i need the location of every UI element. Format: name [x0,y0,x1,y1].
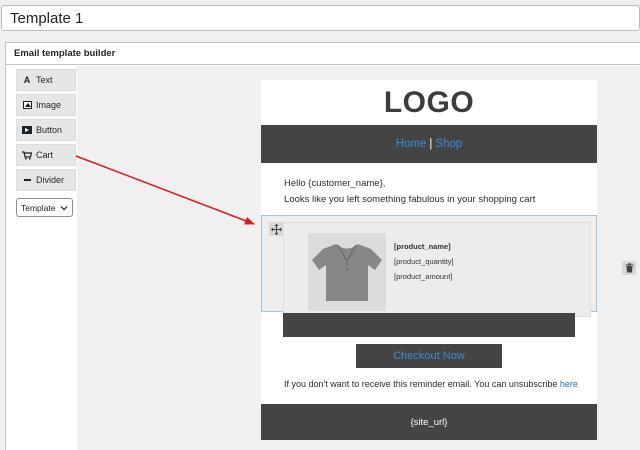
unsubscribe-link[interactable]: here [560,379,578,389]
move-icon[interactable] [269,222,283,236]
text-icon: A [23,75,31,85]
email-preview: LOGO Home | Shop Hello {customer_name}, … [261,80,597,440]
nav-separator: | [429,138,433,150]
tool-cart-label: Cart [36,150,54,160]
tool-image-button[interactable]: Image [16,94,76,116]
email-footer[interactable]: {site_url} [261,404,597,440]
image-icon [22,101,32,109]
email-greeting-text[interactable]: Hello {customer_name}, Looks like you le… [284,176,535,208]
tool-image-label: Image [36,100,62,110]
checkout-now-button[interactable]: Checkout Now [356,344,502,368]
builder-heading: Email template builder [6,43,640,65]
product-details: [product_name] [product_quantity] [produ… [394,239,454,284]
template-title-input[interactable]: Template 1 [1,5,640,31]
product-name: [product_name] [394,242,451,251]
cart-block-dark-band [283,313,575,337]
greeting-line-1: Hello {customer_name}, [284,178,386,189]
builder-toolbox: A Text Image Button Cart Divider Templat… [16,69,76,217]
builder-canvas: LOGO Home | Shop Hello {customer_name}, … [77,66,640,450]
cart-product-item[interactable]: [product_name] [product_quantity] [produ… [283,222,591,317]
tool-text-button[interactable]: A Text [16,69,76,91]
nav-shop-link[interactable]: Shop [435,138,462,150]
product-amount: [product_amount] [394,272,453,281]
unsubscribe-text: If you don't want to receive this remind… [284,379,578,389]
unsubscribe-message: If you don't want to receive this remind… [284,379,560,389]
chevron-down-icon [60,205,68,210]
template-select-value: Template [21,202,56,213]
tool-divider-label: Divider [36,175,65,185]
tool-text-label: Text [36,75,53,85]
email-logo[interactable]: LOGO [261,80,597,125]
template-select[interactable]: Template [16,198,73,217]
email-nav-bar[interactable]: Home | Shop [261,125,597,163]
tshirt-icon [312,244,382,301]
cart-icon [22,150,32,160]
product-image [308,233,386,311]
trash-icon[interactable] [622,261,636,275]
play-button-icon [22,126,32,134]
email-template-builder: Email template builder A Text Image Butt… [5,42,640,450]
tool-cart-button[interactable]: Cart [16,144,76,166]
tool-divider-button[interactable]: Divider [16,169,76,191]
tool-button-label: Button [36,125,63,135]
product-quantity: [product_quantity] [394,257,454,266]
divider-icon [22,179,32,181]
nav-home-link[interactable]: Home [396,138,427,150]
greeting-line-2: Looks like you left something fabulous i… [284,194,536,205]
tool-button-button[interactable]: Button [16,119,76,141]
